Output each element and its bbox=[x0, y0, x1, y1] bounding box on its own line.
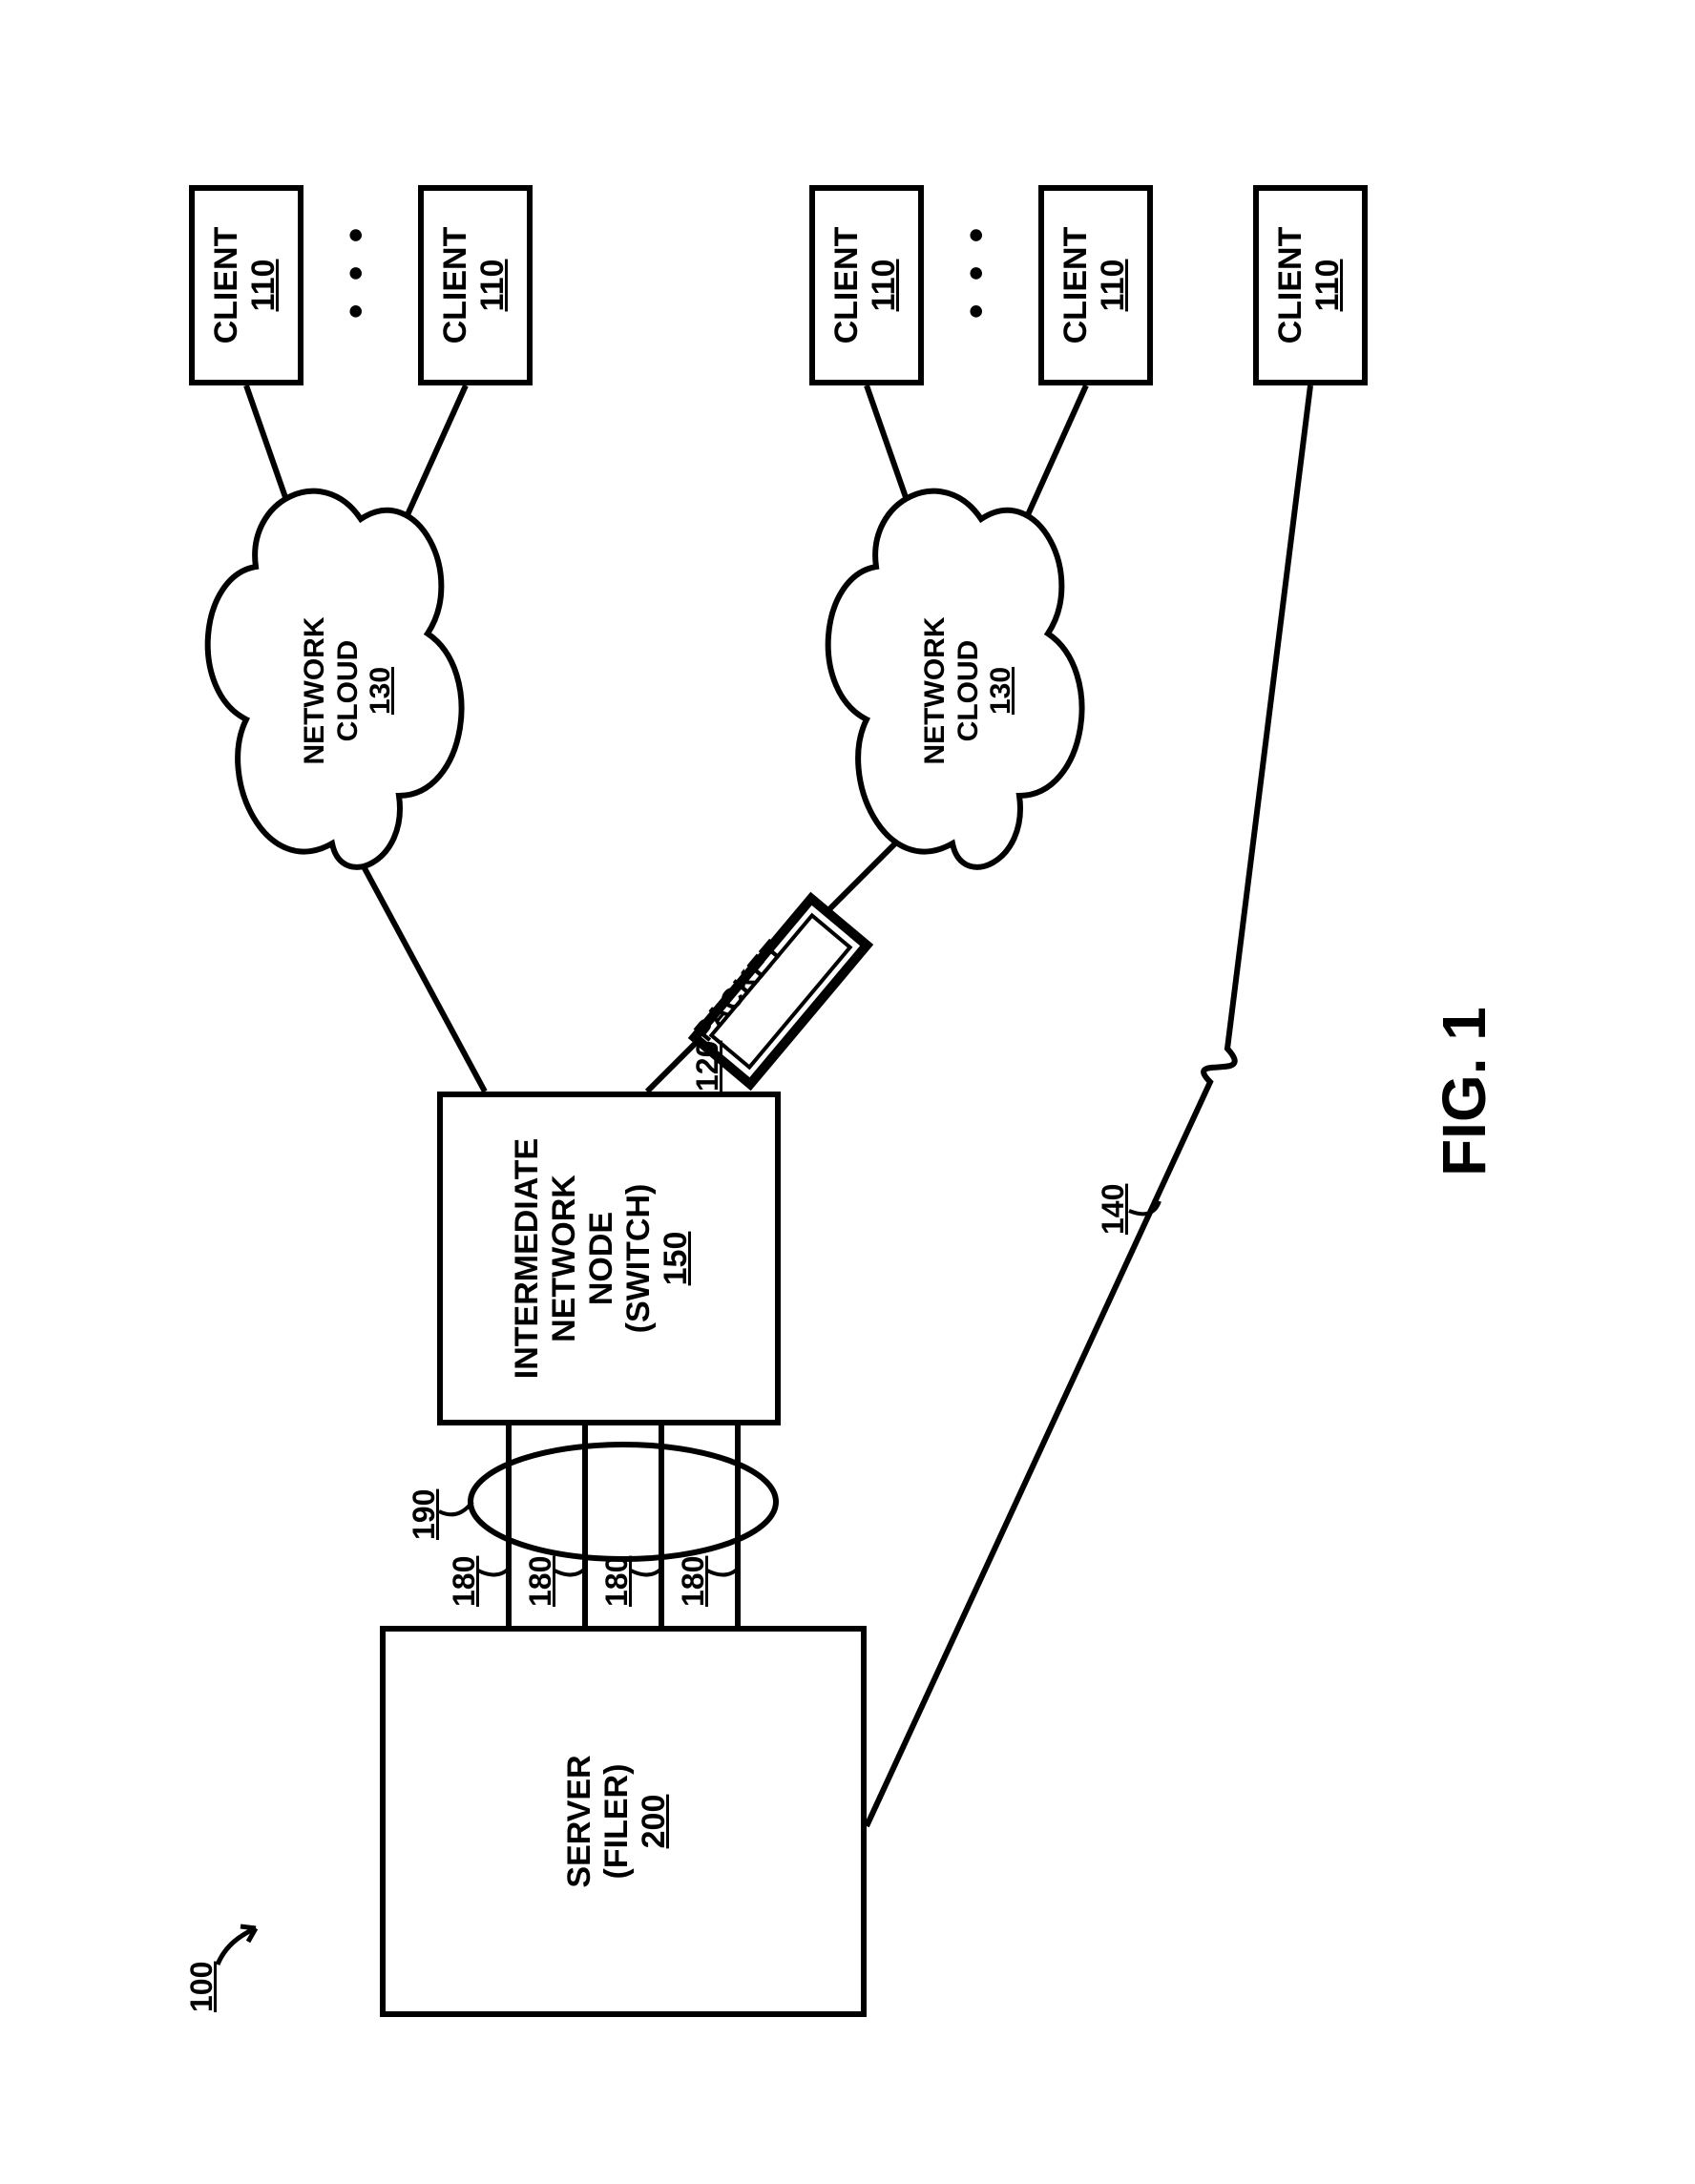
ellipsis-bottom: • • • bbox=[952, 228, 1001, 319]
cloud-b-label: NETWORK CLOUD 130 bbox=[919, 548, 1018, 834]
switch-label: INTERMEDIATE NETWORK NODE (SWITCH) 150 bbox=[509, 1092, 695, 1425]
client-label-1: CLIENT 110 bbox=[208, 185, 282, 385]
link-ref-3: 180 bbox=[599, 1556, 635, 1607]
client-label-2: CLIENT 110 bbox=[437, 185, 512, 385]
link-ref-4: 180 bbox=[676, 1556, 711, 1607]
link-ref-2: 180 bbox=[523, 1556, 558, 1607]
packet-ref: 120 bbox=[690, 1041, 725, 1092]
link-ref-1: 180 bbox=[447, 1556, 482, 1607]
client-label-5: CLIENT 110 bbox=[1272, 185, 1347, 385]
link-group-ref: 190 bbox=[407, 1489, 442, 1540]
figure-label: FIG. 1 bbox=[1430, 90, 1500, 2093]
direct-link-ref: 140 bbox=[1096, 1184, 1131, 1235]
figure-ref: 100 bbox=[184, 1962, 220, 2012]
client-label-3: CLIENT 110 bbox=[828, 185, 903, 385]
server-label: SERVER (FILER) 200 bbox=[561, 1626, 673, 2017]
diagram-stage: SERVER (FILER) 200 INTERMEDIATE NETWORK … bbox=[132, 90, 1563, 2093]
cloud-a-label: NETWORK CLOUD 130 bbox=[299, 548, 398, 834]
ellipsis-top: • • • bbox=[332, 228, 381, 319]
client-label-4: CLIENT 110 bbox=[1057, 185, 1132, 385]
